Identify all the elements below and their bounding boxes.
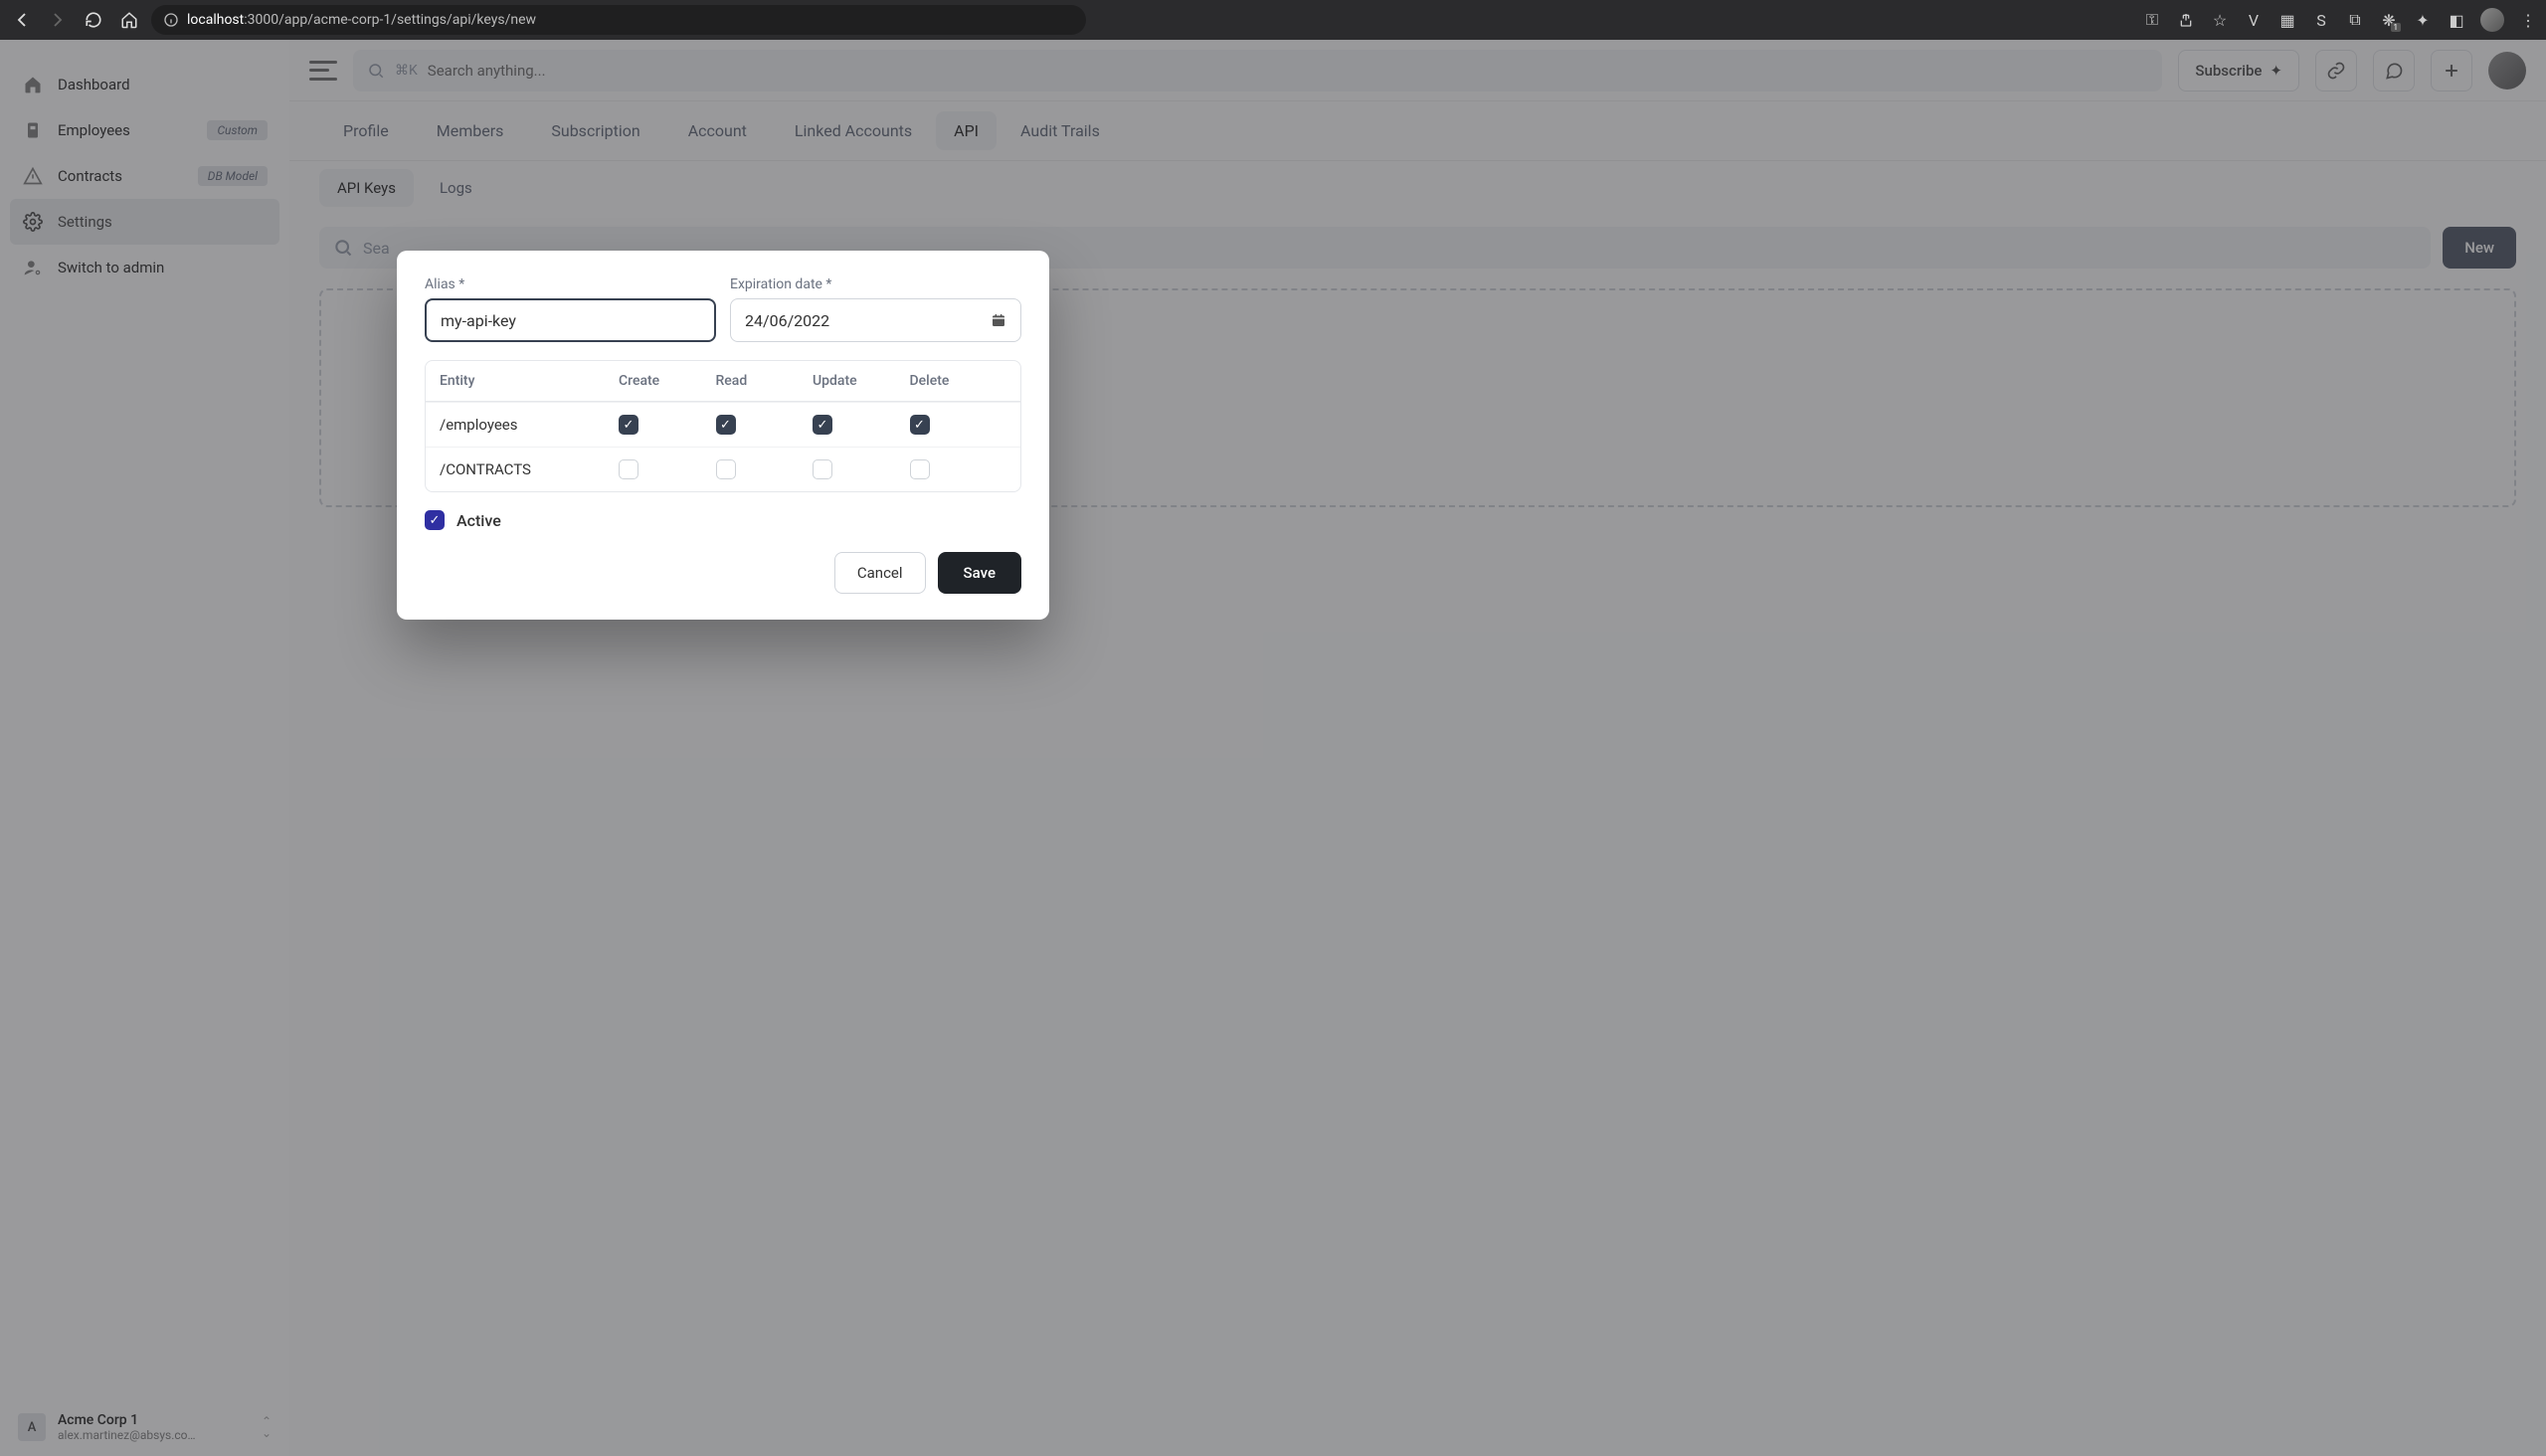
checkbox-read[interactable] [716, 415, 736, 435]
permissions-row-contracts: /CONTRACTS [426, 447, 1020, 491]
ext-translate-icon[interactable]: ⧉ [2345, 10, 2365, 30]
col-create: Create [619, 373, 716, 389]
col-read: Read [716, 373, 814, 389]
permissions-row-employees: /employees [426, 402, 1020, 447]
permissions-table: Entity Create Read Update Delete /employ… [425, 360, 1021, 492]
col-entity: Entity [440, 373, 619, 389]
ext-snow-icon[interactable]: ❋1 [2379, 10, 2399, 30]
forward-button[interactable] [44, 6, 72, 34]
col-delete: Delete [910, 373, 1007, 389]
active-checkbox[interactable] [425, 510, 445, 530]
ext-pattern-icon[interactable]: ▦ [2277, 10, 2297, 30]
menu-icon[interactable]: ⋮ [2518, 10, 2538, 30]
active-label: Active [456, 511, 501, 530]
alias-field: Alias * [425, 276, 716, 342]
app-root: Dashboard Employees Custom Contracts DB … [0, 40, 2546, 1456]
browser-chrome: localhost:3000/app/acme-corp-1/settings/… [0, 0, 2546, 40]
home-button[interactable] [115, 6, 143, 34]
col-update: Update [813, 373, 910, 389]
checkbox-create[interactable] [619, 459, 638, 479]
checkbox-read[interactable] [716, 459, 736, 479]
checkbox-update[interactable] [813, 459, 832, 479]
calendar-icon [991, 312, 1006, 328]
expiration-value: 24/06/2022 [745, 311, 829, 330]
url-bar[interactable]: localhost:3000/app/acme-corp-1/settings/… [151, 5, 1086, 35]
side-panel-icon[interactable]: ◧ [2447, 10, 2466, 30]
back-button[interactable] [8, 6, 36, 34]
expiration-input[interactable]: 24/06/2022 [730, 298, 1021, 342]
expiration-label: Expiration date * [730, 276, 1021, 292]
key-icon[interactable]: ⚿ [2142, 10, 2162, 30]
ext-v-icon[interactable]: V [2244, 10, 2264, 30]
checkbox-update[interactable] [813, 415, 832, 435]
share-icon[interactable] [2176, 10, 2196, 30]
modal-actions: Cancel Save [425, 552, 1021, 594]
alias-label: Alias * [425, 276, 716, 292]
checkbox-delete[interactable] [910, 415, 930, 435]
expiration-field: Expiration date * 24/06/2022 [730, 276, 1021, 342]
active-row: Active [425, 510, 1021, 530]
info-icon [163, 12, 179, 28]
new-api-key-modal: Alias * Expiration date * 24/06/2022 Ent… [397, 251, 1049, 620]
modal-overlay[interactable] [0, 40, 2546, 1456]
checkbox-delete[interactable] [910, 459, 930, 479]
extensions-icon[interactable]: ✦ [2413, 10, 2433, 30]
entity-name: /CONTRACTS [440, 460, 619, 478]
url-text: localhost:3000/app/acme-corp-1/settings/… [187, 12, 536, 28]
permissions-header: Entity Create Read Update Delete [426, 361, 1020, 402]
checkbox-create[interactable] [619, 415, 638, 435]
entity-name: /employees [440, 416, 619, 434]
profile-avatar[interactable] [2480, 8, 2504, 32]
alias-input[interactable] [425, 298, 716, 342]
save-button[interactable]: Save [938, 552, 1021, 594]
cancel-button[interactable]: Cancel [834, 552, 926, 594]
ext-s-icon[interactable]: S [2311, 10, 2331, 30]
star-icon[interactable]: ☆ [2210, 10, 2230, 30]
reload-button[interactable] [80, 6, 107, 34]
